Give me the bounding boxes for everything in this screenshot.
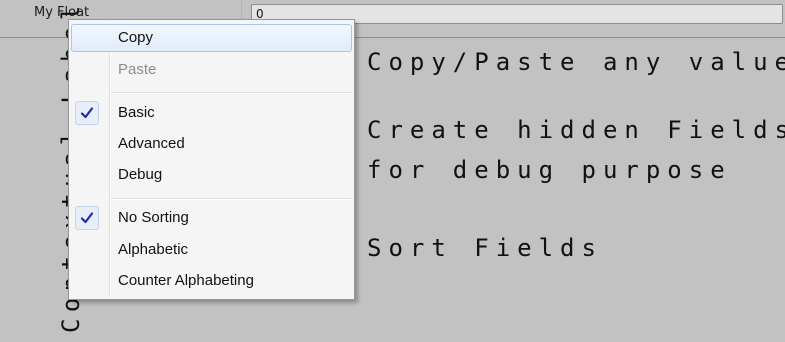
menu-separator xyxy=(111,198,351,200)
menu-item-paste[interactable]: Paste xyxy=(71,56,352,84)
caption-sort-fields: Sort Fields xyxy=(367,234,603,262)
check-box xyxy=(75,101,99,125)
menu-item-alphabetic[interactable]: Alphabetic xyxy=(71,236,352,264)
caption-copy-paste: Copy/Paste any value xyxy=(367,48,785,76)
menu-item-copy[interactable]: Copy xyxy=(71,24,352,52)
menu-item-basic[interactable]: Basic xyxy=(71,99,352,127)
menu-separator xyxy=(111,92,351,94)
menu-item-label: Advanced xyxy=(118,135,185,152)
menu-item-counter-alphabeting[interactable]: Counter Alphabeting xyxy=(71,267,352,295)
menu-item-label: Paste xyxy=(118,61,157,78)
menu-item-label: Counter Alphabeting xyxy=(118,272,254,289)
menu-item-label: No Sorting xyxy=(118,209,189,226)
context-menu: Copy Paste Basic Advanced Debug No Sorti… xyxy=(68,19,355,300)
menu-item-advanced[interactable]: Advanced xyxy=(71,130,352,158)
menu-item-debug[interactable]: Debug xyxy=(71,161,352,189)
menu-item-no-sorting[interactable]: No Sorting xyxy=(71,204,352,232)
menu-item-label: Alphabetic xyxy=(118,241,189,258)
caption-hidden-fields-line2: for debug purpose xyxy=(367,156,732,184)
menu-item-label: Debug xyxy=(118,166,163,183)
menu-item-label: Copy xyxy=(118,29,154,46)
check-box xyxy=(75,206,99,230)
checkmark-icon xyxy=(80,107,94,119)
checkmark-icon xyxy=(80,212,94,224)
menu-item-label: Basic xyxy=(118,104,155,121)
caption-hidden-fields-line1: Create hidden Fields xyxy=(367,116,785,144)
